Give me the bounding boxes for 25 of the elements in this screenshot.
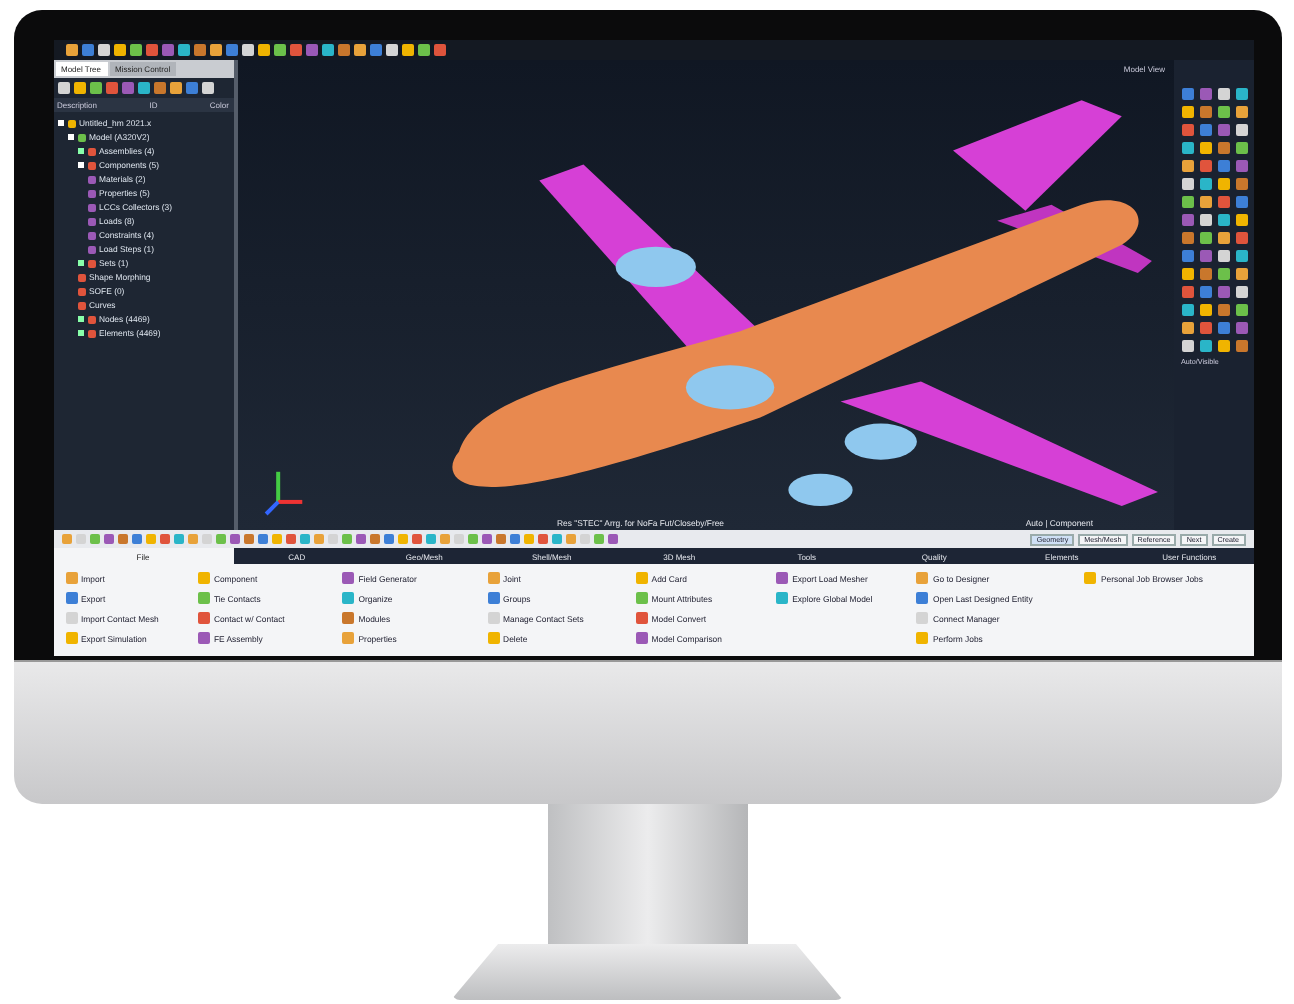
tree-node-icon <box>87 245 95 253</box>
tree-node-icon <box>87 231 95 239</box>
tree-node-icon <box>87 147 95 155</box>
tree-node-icon <box>87 217 95 225</box>
command-icon <box>1084 572 1097 584</box>
tree-node-icon <box>67 119 75 127</box>
expand-toggle-icon[interactable] <box>77 316 83 322</box>
axis-triad-icon <box>263 471 302 516</box>
expand-toggle-icon[interactable] <box>77 162 83 168</box>
tree-node-icon <box>77 273 85 281</box>
tree-node-icon <box>77 133 85 141</box>
expand-toggle-icon[interactable] <box>77 330 83 336</box>
tree-node-icon <box>87 189 95 197</box>
tree-node-icon <box>87 329 95 337</box>
tree-node-icon <box>87 175 95 183</box>
tree-node-icon <box>87 259 95 267</box>
expand-toggle-icon[interactable] <box>67 134 73 140</box>
tree-node-icon <box>87 203 95 211</box>
tree-node-icon <box>87 315 95 323</box>
tree-node-icon <box>77 287 85 295</box>
expand-toggle-icon[interactable] <box>77 260 83 266</box>
expand-toggle-icon[interactable] <box>77 148 83 154</box>
tree-node-icon <box>87 161 95 169</box>
tree-node-icon <box>77 301 85 309</box>
expand-toggle-icon[interactable] <box>57 120 63 126</box>
